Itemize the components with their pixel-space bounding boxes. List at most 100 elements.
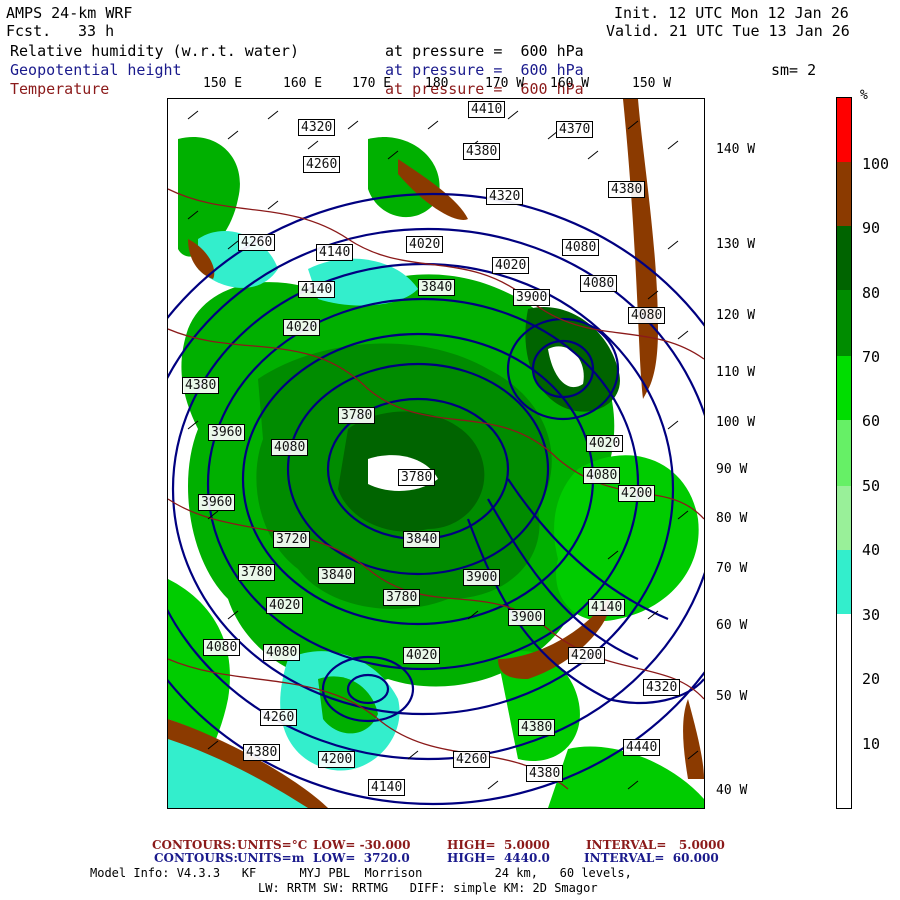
field-rh-name: Relative humidity (w.r.t. water) — [10, 42, 299, 60]
lon-label-170e: 170 E — [352, 76, 392, 91]
lat-label: 50 W — [716, 689, 748, 704]
height-label: 4380 — [518, 719, 556, 736]
height-label: 4140 — [368, 779, 406, 796]
lon-label-160e: 160 E — [283, 76, 323, 91]
height-label: 3780 — [398, 469, 436, 486]
model-info: Model Info: V4.3.3 KF MYJ PBL Morrison 2… — [90, 866, 632, 880]
height-label: 3780 — [238, 564, 276, 581]
height-label: 4080 — [562, 239, 600, 256]
height-label: 4260 — [238, 234, 276, 251]
height-label: 4200 — [568, 647, 606, 664]
height-label: 4080 — [271, 439, 309, 456]
height-label: 4380 — [608, 181, 646, 198]
lat-label: 140 W — [716, 142, 756, 157]
humidity-field — [168, 99, 704, 808]
legend-swatch — [837, 290, 851, 356]
legend-label: 70 — [862, 348, 881, 366]
legend-swatch — [837, 226, 851, 290]
map-panel[interactable]: 4410 4320 4370 4260 4380 4320 4380 4260 … — [167, 98, 705, 809]
contour-height-high: HIGH= 4440.0 — [447, 851, 550, 865]
legend-swatch — [837, 162, 851, 226]
contour-temp-units: UNITS=°C — [237, 838, 308, 852]
height-label: 4200 — [618, 485, 656, 502]
legend-unit: % — [860, 88, 868, 103]
height-label: 4020 — [492, 257, 530, 274]
forecast-label: Fcst. — [6, 22, 52, 40]
legend-label: 30 — [862, 606, 881, 624]
init-time: Init. 12 UTC Mon 12 Jan 26 — [614, 4, 849, 22]
field-height-name: Geopotential height — [10, 61, 182, 79]
lon-label-170w: 170 W — [485, 76, 525, 91]
height-label: 4320 — [486, 188, 524, 205]
height-label: 4140 — [298, 281, 336, 298]
height-label: 4140 — [316, 244, 354, 261]
height-label: 4380 — [463, 143, 501, 160]
forecast-hour: 33 h — [78, 22, 115, 40]
height-label: 4320 — [643, 679, 681, 696]
height-label: 4410 — [468, 101, 506, 118]
height-label: 3900 — [463, 569, 501, 586]
lat-label: 120 W — [716, 308, 756, 323]
height-label: 4020 — [283, 319, 321, 336]
legend-label: 10 — [862, 735, 881, 753]
lat-label: 110 W — [716, 365, 756, 380]
field-temp-name: Temperature — [10, 80, 110, 98]
smoothing-label: sm= 2 — [771, 61, 817, 79]
lat-label: 40 W — [716, 783, 748, 798]
model-title: AMPS 24-km WRF — [6, 4, 133, 22]
field-rh-level: at pressure = 600 hPa — [385, 42, 584, 60]
model-info-physics: LW: RRTM SW: RRTMG DIFF: simple KM: 2D S… — [258, 881, 598, 895]
height-label: 4080 — [580, 275, 618, 292]
contour-height-interval: INTERVAL= 60.000 — [584, 851, 719, 865]
height-label: 4080 — [263, 644, 301, 661]
height-label: 3960 — [198, 494, 236, 511]
lat-label: 100 W — [716, 415, 756, 430]
height-label: 4380 — [526, 765, 564, 782]
legend-swatch — [837, 614, 851, 808]
height-label: 3780 — [338, 407, 376, 424]
height-label: 4080 — [628, 307, 666, 324]
legend-label: 90 — [862, 219, 881, 237]
lat-label: 70 W — [716, 561, 748, 576]
height-label: 3780 — [383, 589, 421, 606]
legend-swatch — [837, 420, 851, 486]
legend-label: 50 — [862, 477, 881, 495]
height-label: 4440 — [623, 739, 661, 756]
contour-temp-low: LOW= -30.000 — [313, 838, 411, 852]
color-legend — [836, 97, 852, 809]
contour-temp-high: HIGH= 5.0000 — [447, 838, 550, 852]
height-label: 4020 — [266, 597, 304, 614]
height-label: 3720 — [273, 531, 311, 548]
valid-time: Valid. 21 UTC Tue 13 Jan 26 — [606, 22, 850, 40]
lon-label-150w: 150 W — [632, 76, 672, 91]
lon-label-180: 180 — [425, 76, 449, 91]
height-label: 3960 — [208, 424, 246, 441]
height-label: 4020 — [586, 435, 624, 452]
contour-temp-interval: INTERVAL= 5.0000 — [586, 838, 725, 852]
height-label: 4260 — [260, 709, 298, 726]
height-label: 3840 — [318, 567, 356, 584]
legend-label: 80 — [862, 284, 881, 302]
legend-swatch — [837, 98, 851, 162]
height-label: 4370 — [556, 121, 594, 138]
contour-temp-label: CONTOURS: — [152, 838, 236, 852]
contour-height-units: UNITS=m — [237, 851, 305, 865]
height-label: 4200 — [318, 751, 356, 768]
contour-height-low: LOW= 3720.0 — [313, 851, 410, 865]
height-label: 3840 — [418, 279, 456, 296]
height-label: 3900 — [508, 609, 546, 626]
legend-label: 100 — [862, 155, 890, 173]
lat-label: 60 W — [716, 618, 748, 633]
legend-label: 20 — [862, 670, 881, 688]
legend-swatch — [837, 550, 851, 614]
lat-label: 80 W — [716, 511, 748, 526]
legend-label: 40 — [862, 541, 881, 559]
lon-label-160w: 160 W — [550, 76, 590, 91]
contour-height-label: CONTOURS: — [154, 851, 238, 865]
legend-label: 60 — [862, 412, 881, 430]
height-label: 3900 — [513, 289, 551, 306]
lat-label: 90 W — [716, 462, 748, 477]
height-label: 4080 — [203, 639, 241, 656]
height-label: 4320 — [298, 119, 336, 136]
height-label: 3840 — [403, 531, 441, 548]
